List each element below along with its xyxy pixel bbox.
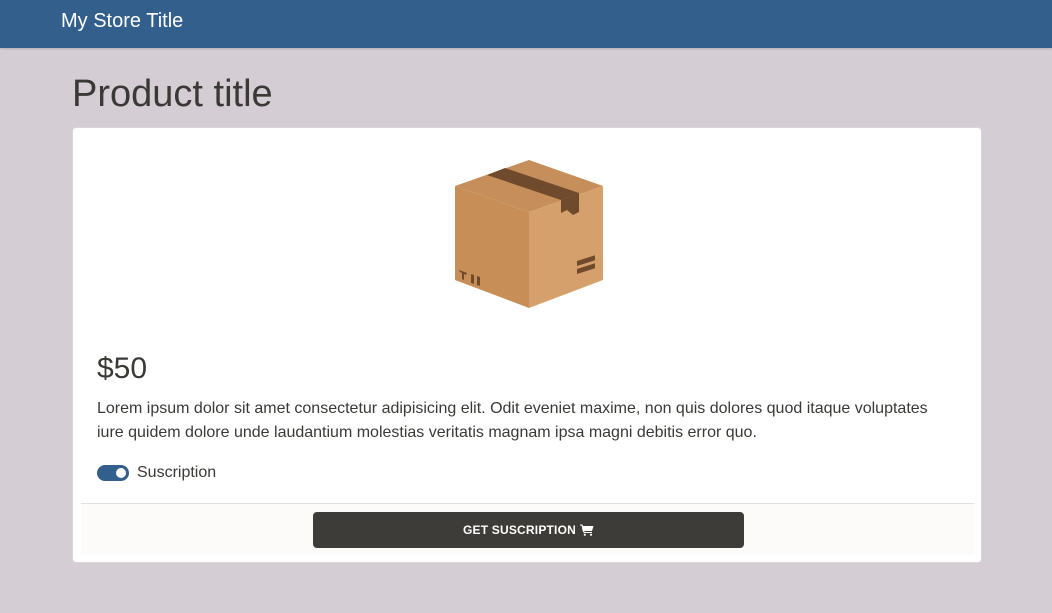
product-description: Lorem ipsum dolor sit amet consectetur a… [97, 400, 928, 441]
subscription-toggle-label[interactable]: Suscription [137, 464, 216, 482]
product-card: $50 Lorem ipsum dolor sit amet consectet… [72, 127, 982, 563]
get-subscription-button[interactable]: GET SUSCRIPTION [313, 512, 744, 548]
shopping-cart-icon [580, 524, 594, 536]
top-app-bar: My Store Title [0, 0, 1052, 48]
cardboard-box-icon [455, 160, 603, 308]
get-subscription-label: GET SUSCRIPTION [462, 523, 576, 537]
product-price: $50 [97, 352, 148, 385]
subscription-toggle[interactable] [97, 465, 129, 481]
subscription-toggle-row: Suscription [97, 462, 216, 484]
page-title: Product title [72, 73, 273, 115]
toggle-knob [116, 468, 126, 478]
store-title[interactable]: My Store Title [61, 10, 183, 32]
card-footer: GET SUSCRIPTION [81, 503, 974, 555]
